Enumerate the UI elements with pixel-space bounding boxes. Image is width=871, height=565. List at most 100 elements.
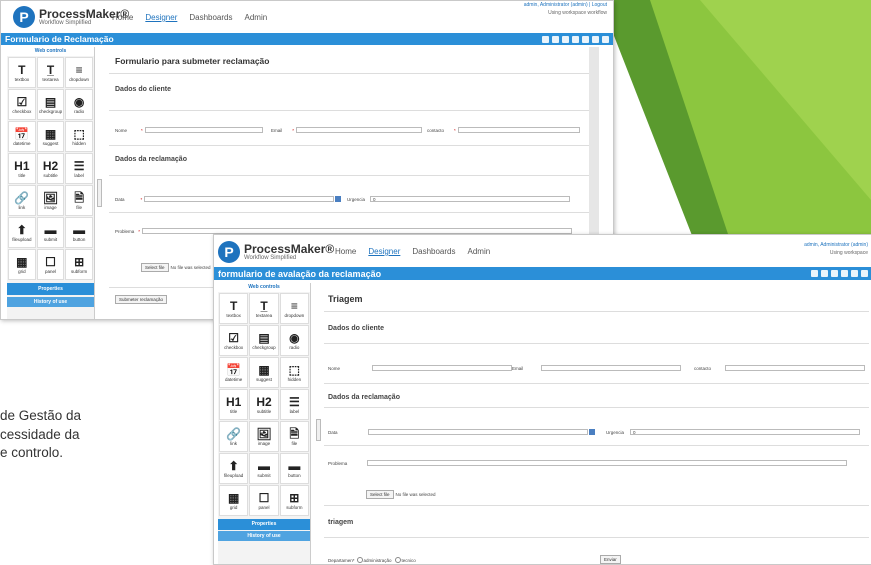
nav-home[interactable]: Home <box>335 247 356 256</box>
back-select-file-button[interactable]: Select file <box>141 263 169 272</box>
front-problema-input[interactable] <box>367 460 848 466</box>
control-label: fileupload <box>12 236 32 242</box>
control-textbox[interactable]: Ttextbox <box>8 57 36 88</box>
control-panel[interactable]: ☐ panel <box>249 485 279 516</box>
back-data-input[interactable] <box>144 196 335 202</box>
control-file[interactable]: 🗎 file <box>279 421 309 452</box>
back-urgencia-select[interactable]: 0 <box>370 196 571 202</box>
front-data-input[interactable] <box>367 429 588 435</box>
control-radio[interactable]: ◉ radio <box>279 325 309 356</box>
control-textbox[interactable]: Ttextbox <box>219 293 249 324</box>
control-fileupload[interactable]: ⬆ fileupload <box>8 217 36 248</box>
control-fileupload[interactable]: ⬆ fileupload <box>219 453 249 484</box>
control-hidden[interactable]: ⬚ hidden <box>279 357 309 388</box>
slide-line-3: e controlo. <box>0 445 64 460</box>
control-panel[interactable]: ☐ panel <box>36 249 65 280</box>
control-suggest[interactable]: ▦ suggest <box>249 357 279 388</box>
front-urgencia-select[interactable]: 0 <box>630 429 861 435</box>
control-grid[interactable]: ▦ grid <box>8 249 36 280</box>
control-checkgroup[interactable]: ▤ checkgroup <box>36 89 65 120</box>
back-resize-handle[interactable] <box>97 179 102 207</box>
control-button[interactable]: ▬ button <box>65 217 93 248</box>
control-radio[interactable]: ◉ radio <box>65 89 93 120</box>
import-icon[interactable] <box>562 35 569 43</box>
control-image[interactable]: 🖼 image <box>36 185 65 216</box>
nav-dashboards[interactable]: Dashboards <box>412 247 455 256</box>
front-contacto-input[interactable] <box>725 365 866 371</box>
back-nome-input[interactable] <box>144 127 263 133</box>
back-history-button[interactable]: History of use <box>7 297 94 307</box>
save-icon[interactable] <box>811 270 818 277</box>
datetime-icon: 📅 <box>226 362 242 377</box>
grid-icon: ▦ <box>227 490 240 505</box>
control-datetime[interactable]: 📅 datetime <box>8 121 36 152</box>
control-subform[interactable]: ⊞ subform <box>279 485 309 516</box>
control-image[interactable]: 🖼 image <box>249 421 279 452</box>
control-textarea[interactable]: T̲ textarea <box>249 293 279 324</box>
back-contacto-input[interactable] <box>457 127 580 133</box>
control-title[interactable]: H1 title <box>8 153 36 184</box>
control-button[interactable]: ▬ button <box>279 453 309 484</box>
preview-icon[interactable] <box>841 270 848 277</box>
control-label: checkbox <box>12 108 32 114</box>
export-icon[interactable] <box>552 35 559 43</box>
front-resize-handle[interactable] <box>316 419 321 441</box>
language-icon[interactable] <box>861 270 868 277</box>
control-checkbox[interactable]: ☑ checkbox <box>219 325 249 356</box>
control-subform[interactable]: ⊞ subform <box>65 249 93 280</box>
nav-admin[interactable]: Admin <box>468 247 491 256</box>
front-nome-input[interactable] <box>372 365 513 371</box>
control-label: textarea <box>42 76 59 82</box>
front-history-button[interactable]: History of use <box>218 531 310 541</box>
delete-icon[interactable] <box>851 270 858 277</box>
radio-administracao[interactable] <box>356 557 363 563</box>
subtitle-icon: H2 <box>42 158 59 173</box>
control-submit[interactable]: ▬ submit <box>36 217 65 248</box>
control-file[interactable]: 🗎 file <box>65 185 93 216</box>
control-checkgroup[interactable]: ▤ checkgroup <box>249 325 279 356</box>
import-icon[interactable] <box>831 270 838 277</box>
export-icon[interactable] <box>821 270 828 277</box>
control-textarea[interactable]: T̲ textarea <box>36 57 65 88</box>
back-properties-button[interactable]: Properties <box>7 283 94 295</box>
control-label[interactable]: ☰ label <box>279 389 309 420</box>
control-subtitle[interactable]: H2 subtitle <box>36 153 65 184</box>
control-suggest[interactable]: ▦ suggest <box>36 121 65 152</box>
back-email-input[interactable] <box>296 127 423 133</box>
back-user-link[interactable]: admin, Administrator (admin) | Logout <box>524 1 607 9</box>
back-submit-button[interactable]: Submeter reclamação <box>115 295 168 304</box>
delete-icon[interactable] <box>582 35 589 43</box>
control-hidden[interactable]: ⬚ hidden <box>65 121 93 152</box>
control-subtitle[interactable]: H2 subtitle <box>249 389 279 420</box>
preview-icon[interactable] <box>572 35 579 43</box>
control-dropdown[interactable]: ≡ dropdown <box>279 293 309 324</box>
nav-admin[interactable]: Admin <box>245 13 268 22</box>
language-icon[interactable] <box>592 35 599 43</box>
nav-home[interactable]: Home <box>112 13 133 22</box>
front-email-input[interactable] <box>541 365 682 371</box>
control-label[interactable]: ☰ label <box>65 153 93 184</box>
nav-designer[interactable]: Designer <box>145 13 177 22</box>
control-label: file <box>76 204 83 210</box>
nav-dashboards[interactable]: Dashboards <box>189 13 232 22</box>
control-checkbox[interactable]: ☑ checkbox <box>8 89 36 120</box>
control-link[interactable]: 🔗 link <box>219 421 249 452</box>
front-select-file-button[interactable]: Select file <box>366 490 394 499</box>
control-dropdown[interactable]: ≡ dropdown <box>65 57 93 88</box>
control-datetime[interactable]: 📅 datetime <box>219 357 249 388</box>
front-logo[interactable]: P ProcessMaker® Workflow Simplified <box>218 241 334 263</box>
radio-tecnico[interactable] <box>394 557 401 563</box>
nav-designer[interactable]: Designer <box>368 247 400 256</box>
front-urgencia-label: Urgencia <box>606 429 625 435</box>
control-title[interactable]: H1 title <box>219 389 249 420</box>
save-icon[interactable] <box>542 35 549 43</box>
calendar-icon[interactable] <box>588 429 595 435</box>
control-submit[interactable]: ▬ submit <box>249 453 279 484</box>
textbox-icon: T <box>18 62 26 77</box>
front-properties-button[interactable]: Properties <box>218 519 310 530</box>
control-grid[interactable]: ▦ grid <box>219 485 249 516</box>
control-link[interactable]: 🔗 link <box>8 185 36 216</box>
calendar-icon[interactable] <box>335 196 342 202</box>
close-icon[interactable] <box>602 35 609 43</box>
front-user-link[interactable]: admin, Administrator (admin) <box>804 241 868 249</box>
